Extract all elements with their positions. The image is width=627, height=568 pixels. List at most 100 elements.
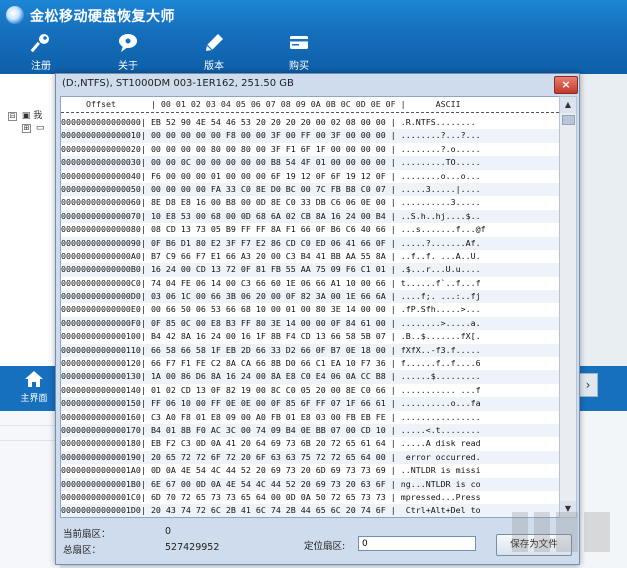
- row-hex-bytes: B4 42 8A 16 24 00 16 1F 8B F4 CD 13 66 5…: [150, 331, 386, 342]
- close-button[interactable]: ×: [554, 76, 578, 94]
- hex-dump-view[interactable]: Offset | 00 01 02 03 04 05 06 07 08 09 0…: [60, 96, 560, 518]
- column-separator: |: [140, 210, 151, 221]
- hex-row: 0000000000000100| B4 42 8A 16 24 00 16 1…: [61, 330, 559, 343]
- row-offset: 00000000000000F0: [61, 317, 141, 328]
- column-separator: |: [140, 264, 151, 275]
- tree-item-my-computer[interactable]: ⊟ ▣ 我: [8, 108, 42, 121]
- row-offset: 0000000000000100: [61, 331, 141, 342]
- column-separator: |: [140, 505, 151, 516]
- scroll-up-arrow-icon[interactable]: ▲: [560, 97, 576, 113]
- hex-row: 00000000000001D0| 20 43 74 72 6C 2B 41 6…: [61, 504, 559, 517]
- row-offset: 00000000000000B0: [61, 264, 141, 275]
- row-offset: 0000000000000000: [61, 117, 141, 127]
- column-separator: |: [385, 197, 401, 208]
- row-ascii: error occurred.: [400, 451, 481, 462]
- column-separator: |: [385, 478, 401, 489]
- tree-item-disk[interactable]: ⊞ ▭: [22, 123, 44, 133]
- row-hex-bytes: 6E 67 00 0D 0A 4E 54 4C 44 52 20 69 73 2…: [150, 478, 386, 489]
- hex-row: 0000000000000070| 10 E8 53 00 68 00 0D 6…: [61, 209, 559, 224]
- row-offset: 0000000000000170: [61, 424, 141, 435]
- row-offset: 0000000000000050: [61, 183, 141, 194]
- hex-row: 0000000000000060| 8E D8 E8 16 00 B8 00 0…: [61, 196, 559, 209]
- row-hex-bytes: 20 43 74 72 6C 2B 41 6C 74 2B 44 65 6C 2…: [150, 505, 386, 516]
- hex-row: 00000000000000E0| 00 66 50 06 53 66 68 1…: [61, 303, 559, 316]
- hex-row: 0000000000000130| 1A 00 86 D6 8A 16 24 0…: [61, 370, 559, 384]
- column-separator: |: [140, 465, 151, 476]
- total-sector-label: 总扇区：: [63, 545, 102, 556]
- row-offset: 0000000000000130: [61, 371, 141, 382]
- hex-row: 0000000000000030| 00 00 0C 00 00 00 00 0…: [61, 156, 559, 170]
- file-list-panel: [0, 411, 55, 568]
- hex-row: 0000000000000080| 08 CD 13 73 05 B9 FF F…: [61, 223, 559, 236]
- row-ascii: ....f;. ...:..fj: [400, 291, 481, 302]
- version-button[interactable]: 版本: [189, 32, 239, 72]
- app-logo-icon: [6, 6, 24, 24]
- buy-button[interactable]: 购买: [274, 32, 324, 72]
- row-offset: 0000000000000150: [61, 398, 141, 409]
- hex-row: 0000000000000160| C3 A0 F8 01 E8 09 00 A…: [61, 411, 559, 424]
- column-separator: |: [385, 237, 401, 248]
- home-button[interactable]: 主界面: [14, 370, 54, 406]
- pen-icon: [203, 32, 225, 54]
- hex-header: Offset | 00 01 02 03 04 05 06 07 08 09 0…: [61, 97, 559, 111]
- buy-label: 购买: [289, 61, 309, 72]
- row-ascii: fXfX..-f3.f.....: [400, 344, 481, 355]
- vertical-scrollbar[interactable]: ▲ ▼: [559, 96, 577, 518]
- row-offset: 0000000000000140: [61, 384, 141, 395]
- column-separator: |: [140, 358, 151, 369]
- row-ascii: ........?...?...: [400, 130, 481, 141]
- version-label: 版本: [204, 61, 224, 72]
- column-separator: |: [385, 438, 401, 449]
- sector-info-bar: 当前扇区： 0 总扇区： 527429952 定位扇区: 0 保存为文件: [60, 522, 575, 560]
- hex-rows: 0000000000000000 | EB 52 90 4E 54 46 53 2…: [61, 116, 559, 517]
- row-hex-bytes: EB 52 90 4E 54 46 53 20 20 20 20 00 02 0…: [150, 117, 386, 127]
- row-ascii: t......f`..f...f: [400, 277, 481, 288]
- locate-sector-input[interactable]: 0: [358, 536, 476, 551]
- row-hex-bytes: C3 A0 F8 01 E8 09 00 A0 FB 01 E8 03 00 F…: [150, 411, 386, 422]
- chat-bubble-icon: [117, 32, 139, 54]
- hex-row: 00000000000000F0| 0F 85 0C 00 E8 B3 FF 8…: [61, 316, 559, 331]
- row-ascii: .$...r...U.u....: [400, 264, 481, 275]
- right-panel: [578, 74, 627, 366]
- column-separator: |: [140, 170, 151, 181]
- hex-viewer-dialog: (D:,NTFS), ST1000DM 003-1ER162, 251.50 G…: [55, 73, 580, 565]
- row-hex-bytes: 0F B6 D1 80 E2 3F F7 E2 86 CD C0 ED 06 4…: [150, 237, 386, 248]
- row-ascii: .........TO.....: [400, 157, 481, 168]
- row-offset: 0000000000000190: [61, 451, 141, 462]
- row-hex-bytes: 1A 00 86 D6 8A 16 24 00 8A E8 C0 E4 06 0…: [150, 371, 386, 382]
- row-offset: 0000000000000020: [61, 143, 141, 154]
- row-hex-bytes: 08 CD 13 73 05 B9 FF FF 8A F1 66 0F B6 C…: [150, 224, 386, 235]
- column-separator: |: [140, 411, 151, 422]
- column-separator: |: [385, 157, 401, 168]
- app-window: 金松移动硬盘恢复大师 注册 关于 版本 购买 ⊟ ▣ 我 ⊞ ▭ 主界面 › (…: [0, 0, 627, 568]
- scroll-right-button[interactable]: ›: [578, 373, 598, 397]
- tree-toggle[interactable]: ⊞: [22, 124, 31, 133]
- hex-row: 0000000000000010| 00 00 00 00 00 F8 00 0…: [61, 129, 559, 143]
- row-hex-bytes: 00 66 50 06 53 66 68 10 00 01 00 80 3E 1…: [150, 304, 386, 315]
- tree-item-label: 我: [33, 111, 43, 121]
- list-item: [0, 426, 55, 441]
- column-separator: |: [385, 331, 401, 342]
- row-offset: 0000000000000080: [61, 224, 141, 235]
- row-offset: 0000000000000160: [61, 411, 141, 422]
- row-ascii: ........o...o...: [400, 170, 481, 181]
- column-separator: |: [140, 291, 151, 302]
- scroll-thumb[interactable]: [562, 115, 575, 125]
- column-separator: |: [385, 384, 401, 395]
- toolbar: 注册 关于 版本 购买: [0, 30, 627, 74]
- register-button[interactable]: 注册: [16, 32, 66, 72]
- row-ascii: ......$.........: [400, 371, 481, 382]
- row-hex-bytes: 16 24 00 CD 13 72 0F 81 FB 55 AA 75 09 F…: [150, 264, 386, 275]
- row-offset: 00000000000001D0: [61, 505, 141, 516]
- row-ascii: .B..$.......fX[.: [400, 331, 481, 342]
- hex-row: 00000000000001A0| 0D 0A 4E 54 4C 44 52 2…: [61, 464, 559, 477]
- row-hex-bytes: FF 06 10 00 FF 0E 0E 00 0F 85 6F FF 07 1…: [150, 398, 386, 409]
- row-hex-bytes: 8E D8 E8 16 00 B8 00 0D 8E C0 33 DB C6 0…: [150, 197, 386, 208]
- row-offset: 0000000000000030: [61, 157, 141, 168]
- about-button[interactable]: 关于: [103, 32, 153, 72]
- column-separator: |: [140, 331, 151, 342]
- column-separator: |: [385, 398, 401, 409]
- tree-toggle[interactable]: ⊟: [8, 112, 17, 121]
- row-ascii: ng...NTLDR is co: [400, 478, 481, 489]
- column-separator: |: [140, 250, 151, 261]
